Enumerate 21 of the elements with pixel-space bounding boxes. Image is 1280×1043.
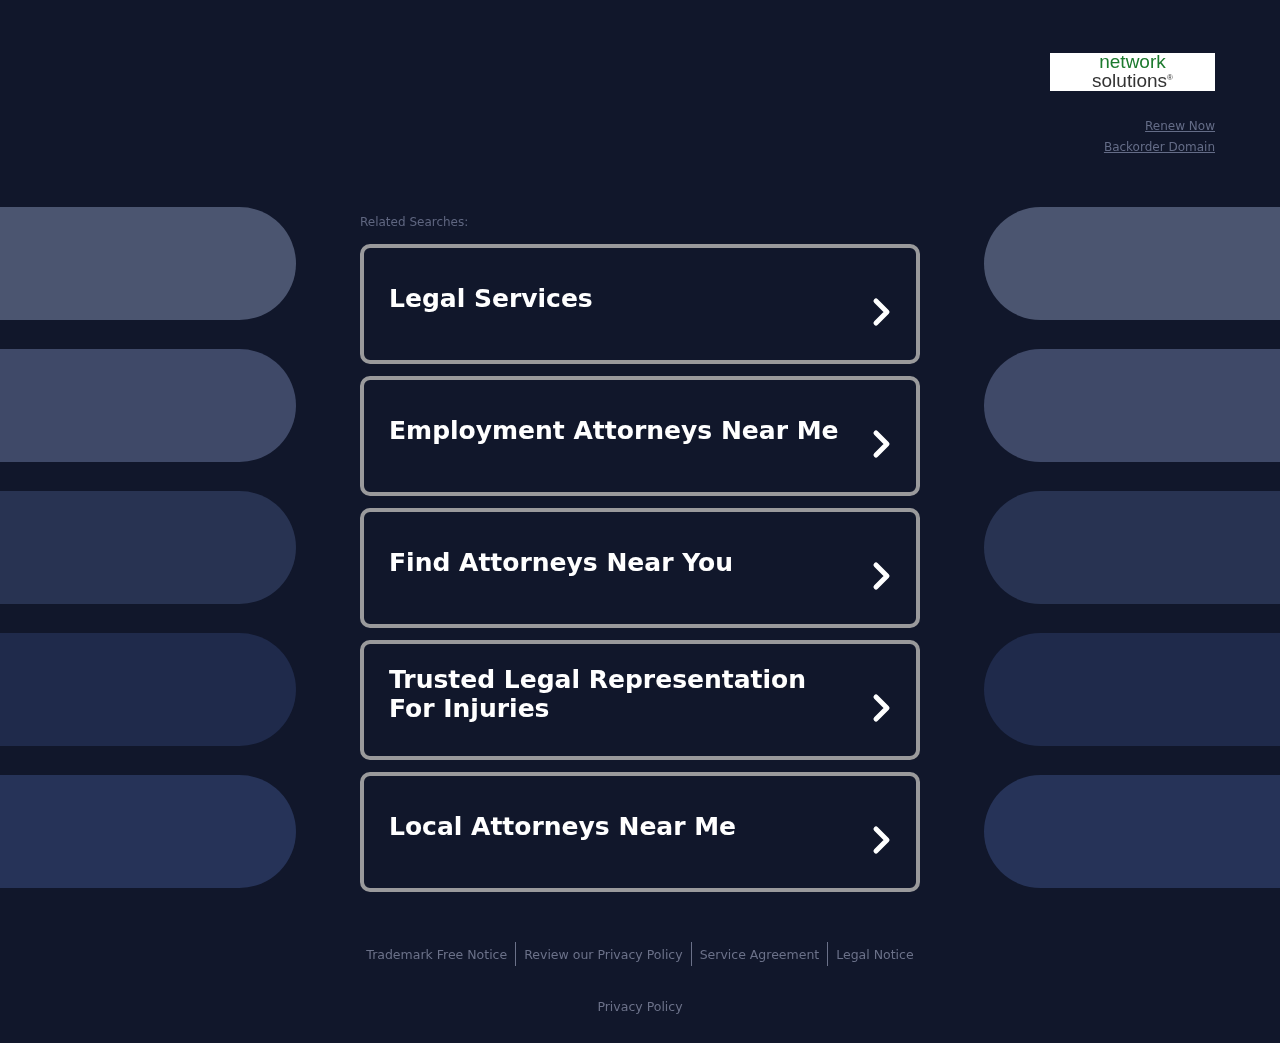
search-link-card[interactable]: Legal Services [360,244,920,364]
search-link-card[interactable]: Local Attorneys Near Me [360,772,920,892]
footer-link[interactable]: Review our Privacy Policy [520,946,687,962]
footer-link[interactable]: Legal Notice [832,946,918,962]
chevron-right-icon [872,297,892,327]
header-link[interactable]: Backorder Domain [1103,140,1215,154]
search-link-card[interactable]: Trusted Legal Representation For Injuries [360,640,920,760]
header-link[interactable]: Renew Now [1145,119,1215,133]
chevron-right-icon [872,429,892,459]
privacy-policy-link[interactable]: Privacy Policy [593,999,687,1014]
chevron-right-icon [872,825,892,855]
logo-word: solutions$^{®}$ [1092,70,1173,90]
footer-link[interactable]: Trademark Free Notice [362,946,512,962]
chevron-right-icon [872,561,892,591]
logo-word: network [1099,54,1166,71]
footer-link[interactable]: Service Agreement [695,946,824,962]
chevron-right-icon [872,693,892,723]
search-link-card[interactable]: Employment Attorneys Near Me [360,376,920,496]
network-solutions-logo[interactable]: network solutions$^{®}$ [1050,53,1215,91]
search-link-card[interactable]: Find Attorneys Near You [360,508,920,628]
related-searches-heading: Related Searches: [360,215,470,229]
